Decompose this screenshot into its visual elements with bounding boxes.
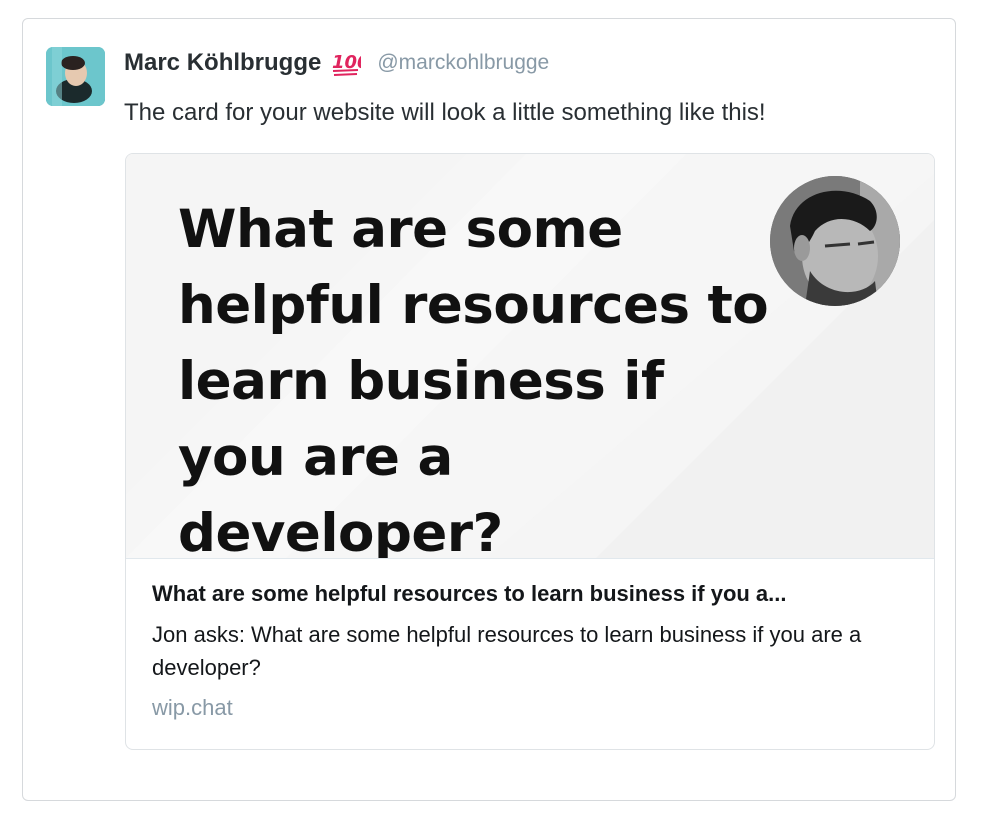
card-description: Jon asks: What are some helpful resource…	[152, 622, 862, 680]
card-title[interactable]: What are some helpful resources to learn…	[152, 578, 912, 610]
tweet-text: The card for your website will look a li…	[124, 99, 766, 126]
card-domain[interactable]: wip.chat	[152, 692, 912, 724]
tweet-container: Marc Köhlbrugge 100 @marckohlbrugge The …	[22, 18, 956, 801]
card-image-headline: What are some helpful resources to learn…	[178, 199, 769, 559]
card-image: What are some helpful resources to learn…	[126, 154, 934, 559]
avatar-image	[46, 47, 105, 106]
hundred-points-emoji-icon: 100	[331, 48, 370, 78]
author-photo	[770, 176, 900, 306]
link-card[interactable]: What are some helpful resources to learn…	[125, 153, 935, 750]
card-body: What are some helpful resources to learn…	[152, 578, 912, 724]
author-avatar[interactable]	[46, 47, 105, 106]
tweet-header: Marc Köhlbrugge 100 @marckohlbrugge	[124, 45, 549, 81]
author-name[interactable]: Marc Köhlbrugge	[124, 49, 321, 77]
author-handle[interactable]: @marckohlbrugge	[377, 51, 549, 75]
